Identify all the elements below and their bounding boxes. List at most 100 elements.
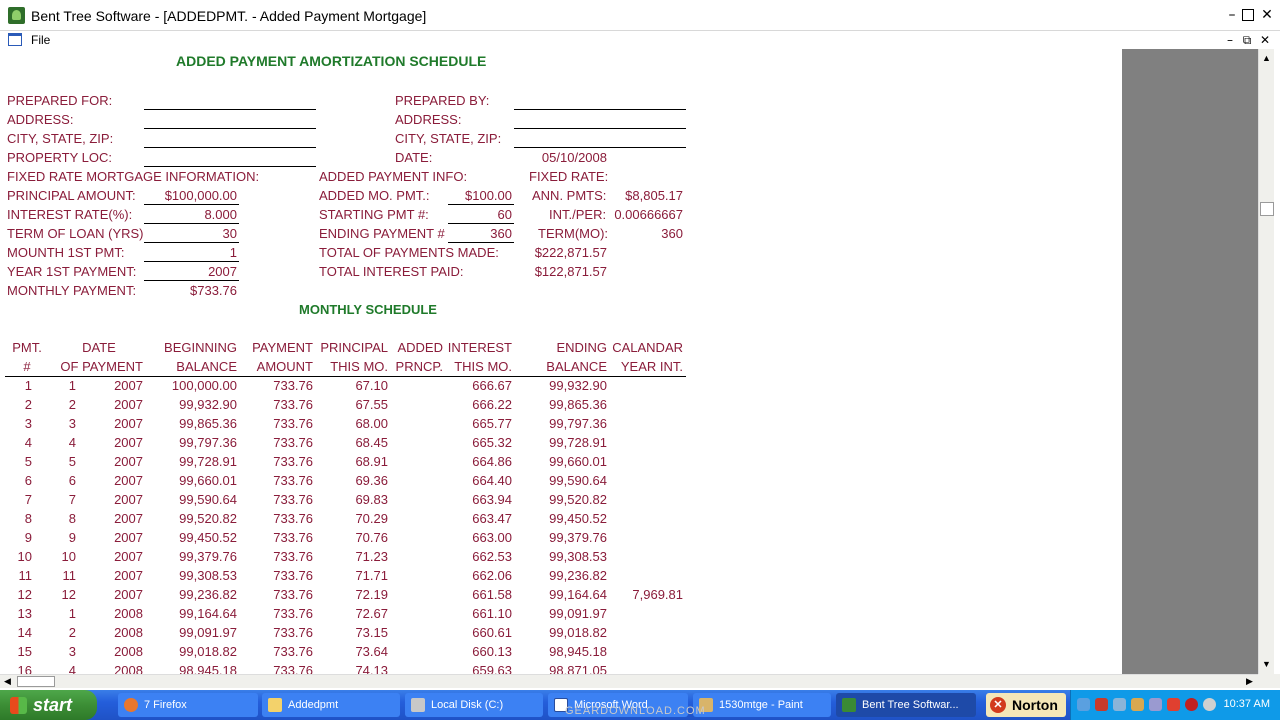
col-date-1: DATE (82, 340, 116, 355)
property-loc-line[interactable] (144, 166, 316, 167)
scroll-right-icon[interactable]: ▶ (1246, 676, 1253, 687)
start-button[interactable]: start (0, 690, 97, 720)
prepared-for-line[interactable] (144, 109, 316, 110)
cell-beginning-balance: 99,018.82 (179, 644, 237, 659)
cell-interest: 665.77 (472, 416, 512, 431)
principal-amount-value[interactable]: $100,000.00 (144, 188, 237, 204)
cell-ending-balance: 99,865.36 (549, 397, 607, 412)
cell-pmt-num: 16 (17, 663, 32, 674)
mdi-close-icon[interactable]: ✕ (1257, 32, 1273, 48)
city-left-line[interactable] (144, 147, 316, 148)
col-pmt-1: PMT. (12, 340, 42, 355)
cell-interest: 663.94 (472, 492, 512, 507)
int-per-value: 0.00666667 (614, 207, 683, 222)
label-city-right: CITY, STATE, ZIP: (395, 131, 502, 146)
cell-interest: 666.22 (472, 397, 512, 412)
mdi-minimize-icon[interactable]: – (1222, 32, 1238, 48)
term-of-loan-value[interactable]: 30 (144, 226, 237, 242)
task-addedpmt-label: Addedpmt (288, 699, 339, 711)
cell-interest: 659.63 (472, 663, 512, 674)
cell-ending-balance: 99,236.82 (549, 568, 607, 583)
horizontal-scrollbar[interactable]: ◀ ▶ (0, 674, 1258, 688)
vertical-scroll-thumb[interactable] (1260, 202, 1274, 216)
cell-payment-amount: 733.76 (273, 549, 313, 564)
close-icon[interactable]: ✕ (1259, 7, 1275, 23)
header-rule (5, 376, 686, 377)
task-firefox[interactable]: 7 Firefox (118, 693, 258, 717)
cell-principal: 70.29 (355, 511, 388, 526)
cell-payment-amount: 733.76 (273, 492, 313, 507)
cell-interest: 660.13 (472, 644, 512, 659)
cell-beginning-balance: 99,728.91 (179, 454, 237, 469)
label-ending-payment: ENDING PAYMENT # (319, 226, 445, 241)
cell-pmt-year: 2007 (114, 378, 143, 393)
scroll-down-icon[interactable]: ▼ (1262, 659, 1271, 669)
cell-ending-balance: 98,945.18 (549, 644, 607, 659)
label-property-loc: PROPERTY LOC: (7, 150, 112, 165)
cell-interest: 666.67 (472, 378, 512, 393)
address-left-line[interactable] (144, 128, 316, 129)
windows-flag-icon (10, 697, 27, 714)
app-tree-icon[interactable] (8, 7, 25, 24)
mdi-restore-icon[interactable]: ⧉ (1239, 32, 1255, 48)
cell-principal: 68.45 (355, 435, 388, 450)
title-bar: Bent Tree Software - [ADDEDPMT. - Added … (0, 0, 1280, 31)
address-right-line[interactable] (514, 128, 686, 129)
cell-principal: 72.19 (355, 587, 388, 602)
tray-security-icon[interactable] (1095, 698, 1108, 711)
cell-ending-balance: 99,308.53 (549, 549, 607, 564)
label-address-left: ADDRESS: (7, 112, 74, 127)
cell-principal: 72.67 (355, 606, 388, 621)
cell-pmt-num: 14 (17, 625, 32, 640)
tray-clock-icon[interactable] (1203, 698, 1216, 711)
cell-beginning-balance: 99,236.82 (179, 587, 237, 602)
col-int-1: INTEREST (447, 340, 512, 355)
tray-arrow-icon[interactable] (1077, 698, 1090, 711)
col-cal-2: YEAR INT. (620, 359, 683, 374)
tray-stop-icon[interactable] (1185, 698, 1198, 711)
tray-speaker-icon[interactable] (1131, 698, 1144, 711)
city-right-line[interactable] (514, 147, 686, 148)
task-local-disk[interactable]: Local Disk (C:) (405, 693, 543, 717)
document-icon[interactable] (8, 33, 22, 46)
label-term-mo: TERM(MO): (538, 226, 609, 241)
prepared-by-line[interactable] (514, 109, 686, 110)
cell-beginning-balance: 99,308.53 (179, 568, 237, 583)
label-interest-rate: INTEREST RATE(%): (7, 207, 133, 222)
minimize-icon[interactable]: – (1224, 7, 1240, 23)
scroll-left-icon[interactable]: ◀ (4, 676, 11, 687)
task-addedpmt[interactable]: Addedpmt (262, 693, 400, 717)
month-1st-pmt-value[interactable]: 1 (144, 245, 237, 261)
label-date: DATE: (395, 150, 433, 165)
clock[interactable]: 10:37 AM (1224, 698, 1270, 710)
added-mo-pmt-value[interactable]: $100.00 (448, 188, 512, 204)
interest-rate-value[interactable]: 8.000 (144, 207, 237, 223)
label-city-left: CITY, STATE, ZIP: (7, 131, 114, 146)
vertical-scrollbar[interactable]: ▲ ▼ (1258, 49, 1274, 674)
tray-app-icon[interactable] (1149, 698, 1162, 711)
cell-principal: 73.15 (355, 625, 388, 640)
ending-payment-value[interactable]: 360 (448, 226, 512, 242)
task-firefox-label: 7 Firefox (144, 699, 187, 711)
menu-file[interactable]: File (31, 33, 50, 47)
schedule-title: MONTHLY SCHEDULE (299, 302, 437, 317)
cell-pmt-month: 11 (62, 568, 77, 583)
cell-pmt-num: 11 (18, 568, 33, 583)
maximize-icon[interactable] (1242, 9, 1254, 21)
norton-button[interactable]: ✕ Norton (986, 693, 1066, 717)
task-paint[interactable]: 1530mtge - Paint (693, 693, 831, 717)
task-bent-tree[interactable]: Bent Tree Softwar... (836, 693, 976, 717)
tray-alert-icon[interactable] (1167, 698, 1180, 711)
scroll-up-icon[interactable]: ▲ (1262, 53, 1271, 63)
cell-pmt-year: 2007 (114, 397, 143, 412)
tray-network-icon[interactable] (1113, 698, 1126, 711)
label-starting-pmt: STARTING PMT #: (319, 207, 429, 222)
year-1st-payment-value[interactable]: 2007 (144, 264, 237, 280)
cell-principal: 73.64 (355, 644, 388, 659)
cell-pmt-year: 2007 (114, 454, 143, 469)
cell-pmt-month: 2 (68, 397, 76, 412)
date-value[interactable]: 05/10/2008 (514, 150, 607, 166)
starting-pmt-value[interactable]: 60 (448, 207, 512, 223)
horizontal-scroll-thumb[interactable] (17, 676, 55, 687)
col-prin-2: THIS MO. (330, 359, 388, 374)
